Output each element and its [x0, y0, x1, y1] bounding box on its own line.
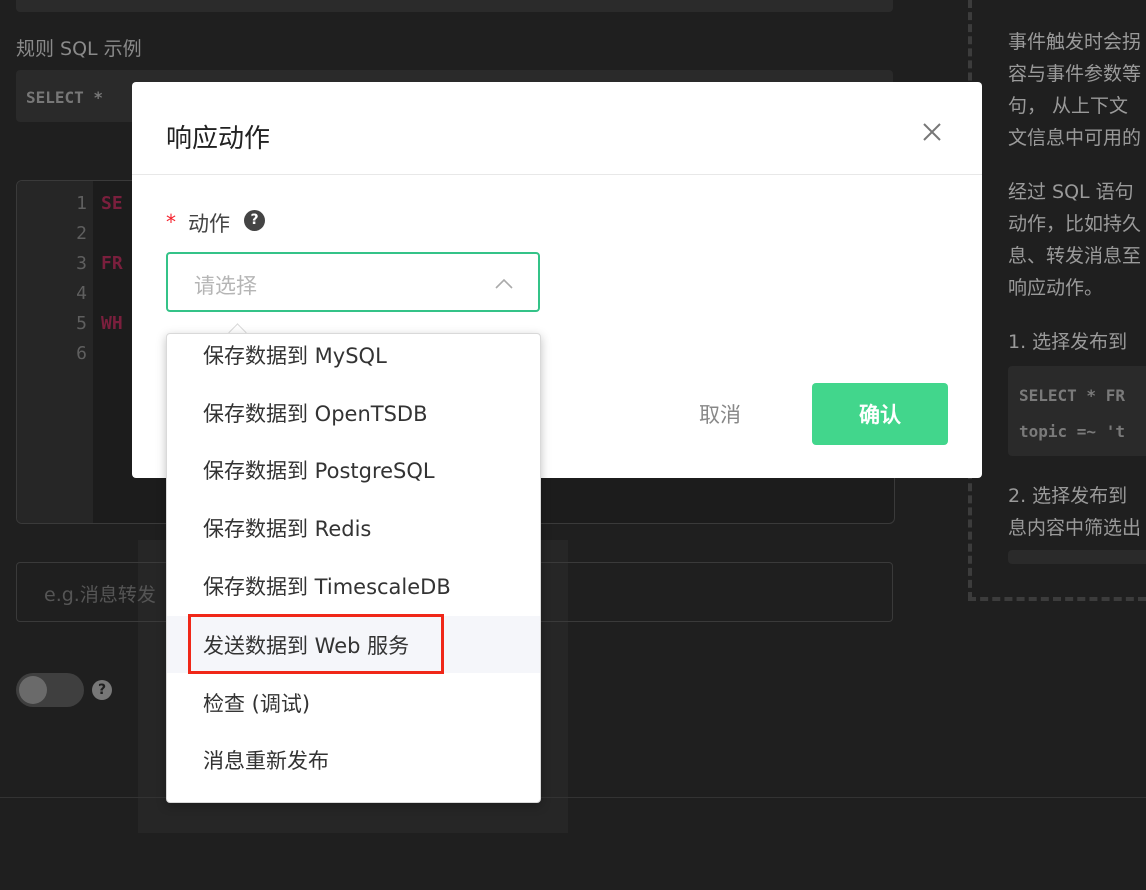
sql-keyword: SE	[101, 193, 123, 214]
cancel-button[interactable]: 取消	[672, 384, 768, 444]
question-icon[interactable]: ?	[244, 210, 265, 231]
dropdown-option-redis[interactable]: 保存数据到 Redis	[167, 499, 540, 556]
modal-header: 响应动作	[132, 82, 982, 175]
sample-sql-code: SELECT *	[26, 88, 104, 107]
line-number: 6	[76, 343, 87, 364]
help-text-line: 息内容中筛选出	[1008, 517, 1142, 539]
option-label: 保存数据到 Redis	[203, 517, 372, 541]
background-top-bar	[16, 0, 893, 12]
dropdown-option-web-service[interactable]: 发送数据到 Web 服务	[167, 616, 540, 673]
line-number: 1	[76, 193, 87, 214]
help-text-line: 容与事件参数等	[1008, 63, 1142, 85]
modal-title: 响应动作	[166, 124, 271, 154]
action-select[interactable]: 请选择	[166, 252, 540, 312]
sql-keyword: FR	[101, 253, 123, 274]
option-label: 保存数据到 TimescaleDB	[203, 575, 451, 599]
close-icon[interactable]	[918, 118, 946, 146]
select-placeholder: 请选择	[194, 274, 257, 298]
dropdown-option-opentsdb[interactable]: 保存数据到 OpenTSDB	[167, 384, 540, 441]
chevron-up-icon	[495, 278, 513, 289]
help-text-line: 动作，比如持久	[1008, 213, 1142, 235]
toggle-knob	[19, 676, 47, 704]
description-placeholder: e.g.消息转发	[44, 584, 156, 606]
line-number: 4	[76, 283, 87, 304]
option-label: 保存数据到 OpenTSDB	[203, 402, 428, 426]
option-label: 发送数据到 Web 服务	[203, 634, 410, 658]
dropdown-option-postgresql[interactable]: 保存数据到 PostgreSQL	[167, 441, 540, 498]
line-number: 2	[76, 223, 87, 244]
enable-toggle[interactable]	[16, 673, 84, 707]
option-label: 检查 (调试)	[203, 692, 311, 716]
help-text-line: 响应动作。	[1008, 277, 1104, 299]
option-label: 保存数据到 MySQL	[203, 344, 387, 368]
dropdown-option-inspect-debug[interactable]: 检查 (调试)	[167, 674, 540, 731]
help-code-box	[1008, 366, 1146, 456]
help-text-line: 句， 从上下文	[1008, 95, 1129, 117]
dropdown-option-mysql[interactable]: 保存数据到 MySQL	[167, 334, 540, 383]
help-text-line: 文信息中可用的	[1008, 127, 1142, 149]
option-label: 保存数据到 PostgreSQL	[203, 459, 435, 483]
help-panel-border-horizontal	[968, 597, 1146, 601]
line-number: 5	[76, 313, 87, 334]
option-label: 消息重新发布	[203, 749, 329, 773]
help-text-line: 息、转发消息至	[1008, 245, 1142, 267]
help-text-line: 2. 选择发布到	[1008, 485, 1128, 507]
dropdown-option-republish[interactable]: 消息重新发布	[167, 731, 540, 788]
action-field-label: 动作	[188, 212, 230, 236]
help-text-line: 1. 选择发布到	[1008, 331, 1128, 353]
action-dropdown: 保存数据到 MySQL 保存数据到 OpenTSDB 保存数据到 Postgre…	[166, 333, 541, 803]
line-number: 3	[76, 253, 87, 274]
help-code-box	[1008, 550, 1146, 564]
help-text-line: 经过 SQL 语句	[1008, 181, 1134, 203]
help-code-line: SELECT * FR	[1019, 386, 1125, 405]
question-icon[interactable]: ?	[92, 680, 112, 700]
help-text-line: 事件触发时会拐	[1008, 31, 1142, 53]
sql-keyword: WH	[101, 313, 123, 334]
rule-sql-example-label: 规则 SQL 示例	[16, 38, 142, 60]
confirm-button[interactable]: 确认	[812, 383, 948, 445]
required-mark: *	[166, 210, 176, 234]
help-code-line: topic =~ 't	[1019, 422, 1125, 441]
dropdown-option-timescaledb[interactable]: 保存数据到 TimescaleDB	[167, 557, 540, 614]
